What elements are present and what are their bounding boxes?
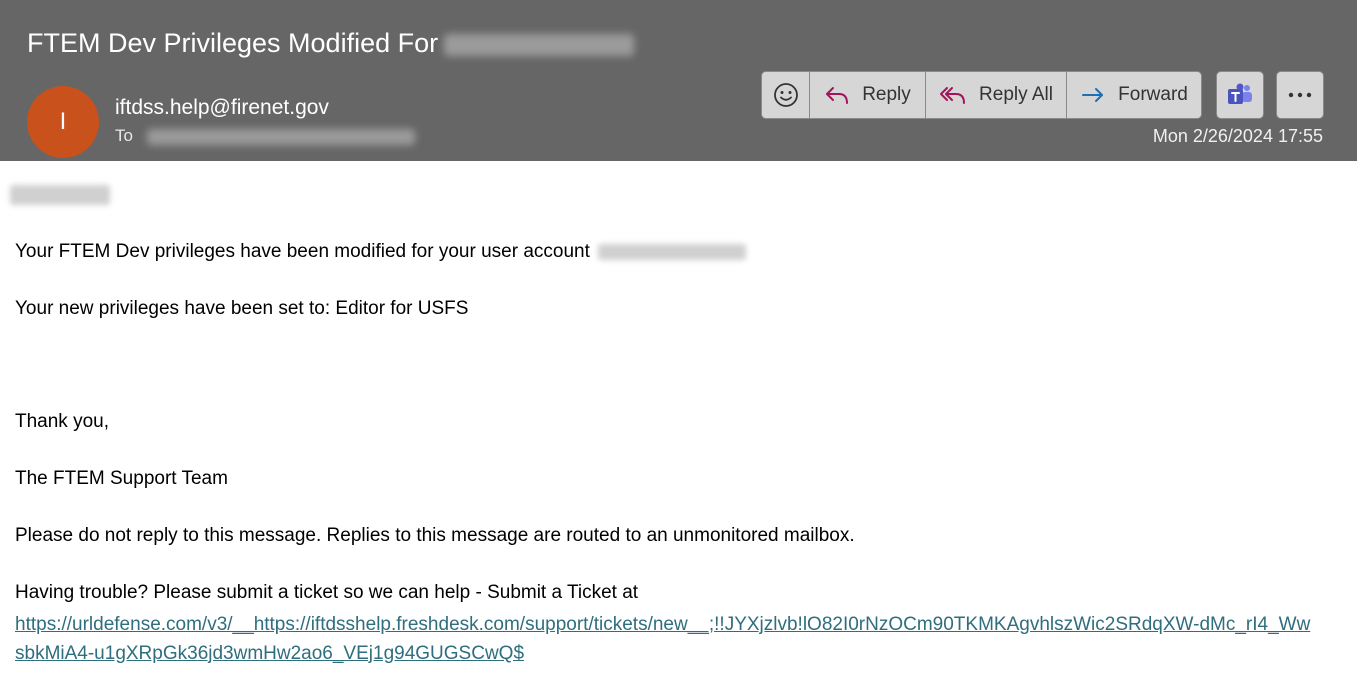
- privileges-modified-line: Your FTEM Dev privileges have been modif…: [15, 241, 746, 263]
- message-header: FTEM Dev Privileges Modified For I iftds…: [0, 0, 1357, 161]
- new-privileges-line: Your new privileges have been set to: Ed…: [15, 298, 469, 319]
- forward-label: Forward: [1118, 84, 1188, 105]
- forward-button[interactable]: Forward: [1067, 72, 1201, 118]
- submit-ticket-link[interactable]: https://urldefense.com/v3/__https://iftd…: [15, 610, 1315, 668]
- teams-icon: [1228, 83, 1252, 104]
- redacted-account: [597, 243, 746, 260]
- more-icon: [1288, 92, 1312, 98]
- reply-label: Reply: [862, 84, 911, 105]
- redacted-greeting: [10, 185, 110, 205]
- thank-you-line: Thank you,: [15, 411, 109, 432]
- redacted-recipient: [444, 33, 635, 56]
- to-line: To: [115, 126, 415, 146]
- emoji-reaction-button[interactable]: [762, 72, 810, 118]
- more-actions-button[interactable]: [1276, 71, 1324, 119]
- signature-line: The FTEM Support Team: [15, 468, 228, 489]
- line1-text: Your FTEM Dev privileges have been modif…: [15, 241, 590, 262]
- message-subject: FTEM Dev Privileges Modified For: [27, 28, 635, 59]
- reply-all-button[interactable]: Reply All: [926, 72, 1067, 118]
- avatar-initial: I: [59, 108, 67, 135]
- do-not-reply-line: Please do not reply to this message. Rep…: [15, 525, 855, 546]
- reply-all-label: Reply All: [979, 84, 1053, 105]
- sender-avatar[interactable]: I: [27, 86, 99, 158]
- reply-icon: [826, 87, 849, 104]
- smiley-icon: [773, 83, 798, 107]
- reply-button-group: Reply Reply All Forward: [761, 71, 1202, 119]
- forward-arrow-icon: [1082, 88, 1104, 102]
- sent-date: Mon 2/26/2024 17:55: [1152, 126, 1323, 146]
- sender-address[interactable]: iftdss.help@firenet.gov: [115, 96, 329, 120]
- subject-text: FTEM Dev Privileges Modified For: [27, 28, 439, 58]
- teams-button[interactable]: [1216, 71, 1264, 119]
- redacted-to-address: [146, 128, 415, 145]
- reply-button[interactable]: Reply: [810, 72, 926, 118]
- trouble-line: Having trouble? Please submit a ticket s…: [15, 582, 639, 603]
- to-label: To: [115, 126, 133, 145]
- message-toolbar: Reply Reply All Forward: [761, 71, 1324, 119]
- reply-all-icon: [940, 87, 966, 104]
